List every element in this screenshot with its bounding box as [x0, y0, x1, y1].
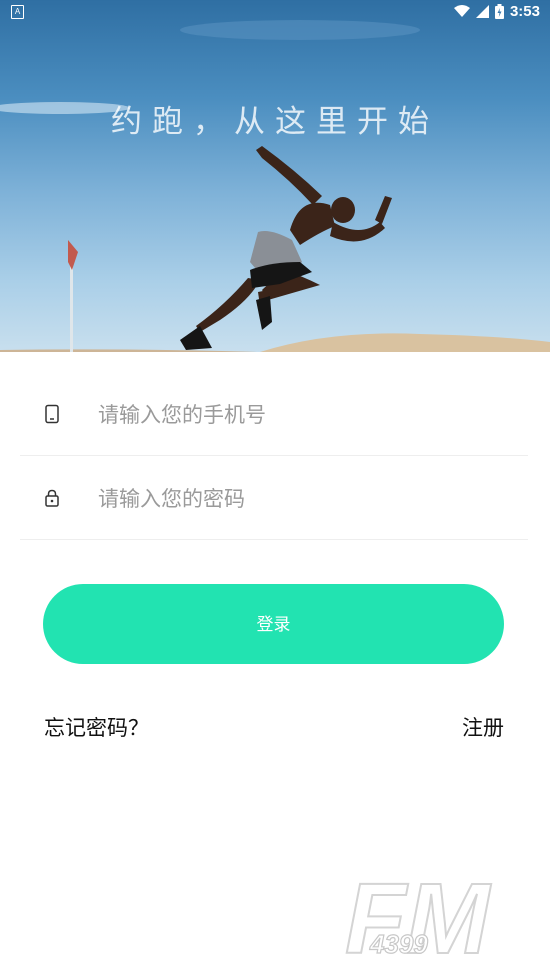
- watermark-logo: FM 4399: [344, 865, 493, 960]
- status-bar: A 3:53: [0, 0, 550, 24]
- register-link[interactable]: 注册: [462, 712, 504, 742]
- phone-icon: [45, 404, 59, 424]
- battery-icon: [494, 4, 504, 19]
- hero-title: 约跑，从这里开始: [111, 104, 439, 140]
- hero-image: [0, 20, 550, 352]
- forgot-password-link[interactable]: 忘记密码？: [44, 712, 149, 742]
- login-button[interactable]: 登录: [43, 584, 504, 664]
- phone-field-row: [20, 372, 528, 456]
- notification-icon: A: [11, 5, 24, 19]
- watermark-brand-small: 4399: [369, 929, 428, 959]
- phone-input[interactable]: [96, 394, 500, 436]
- status-time: 3:53: [509, 3, 540, 20]
- lock-icon: [45, 489, 59, 507]
- password-input[interactable]: [96, 478, 500, 520]
- hero-banner: 约跑，从这里开始: [0, 0, 550, 352]
- status-icons: 3:53: [453, 3, 540, 20]
- password-field-row: [20, 456, 528, 540]
- wifi-icon: [453, 5, 470, 17]
- signal-icon: [475, 5, 489, 18]
